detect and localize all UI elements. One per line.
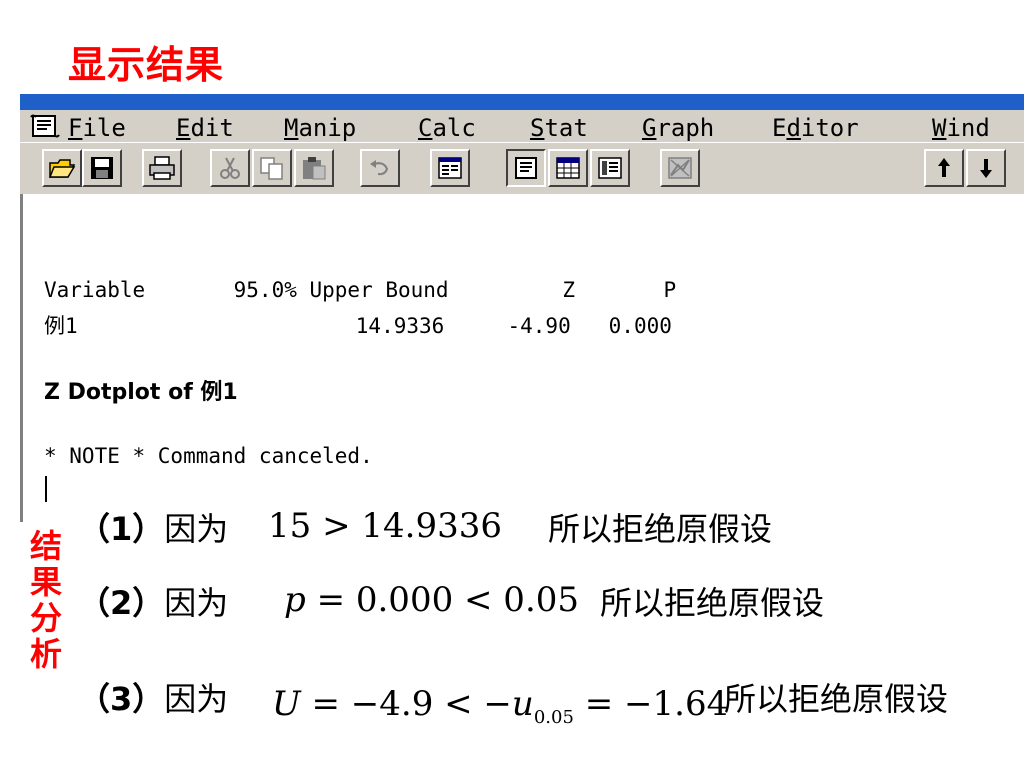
text-cursor — [45, 476, 47, 502]
conclusion-3-result: 所以拒绝原假设 — [724, 680, 949, 718]
session-button[interactable] — [506, 149, 546, 187]
toolbar — [20, 142, 1024, 195]
conclusion-2-result: 所以拒绝原假设 — [600, 584, 825, 622]
session-icon — [515, 157, 537, 179]
note-message: * NOTE * Command canceled. — [44, 444, 373, 468]
dotplot-heading: Z Dotplot of 例1 — [44, 380, 238, 405]
app-window: File Edit Manip Calc Stat Graph Editor W… — [20, 94, 1024, 522]
conclusion-1: （1）因为 — [78, 504, 228, 550]
menu-edit[interactable]: Edit — [176, 114, 234, 142]
data-window-button[interactable] — [548, 149, 588, 187]
data-window-icon — [556, 157, 580, 179]
output-header-row: Variable 95.0% Upper Bound Z P — [44, 278, 677, 302]
save-button[interactable] — [82, 149, 122, 187]
conclusion-1-result: 所以拒绝原假设 — [548, 510, 773, 548]
conclusion-3-expression: U = −4.9 < −u0.05 = −1.64 — [272, 684, 729, 728]
menu-calc[interactable]: Calc — [418, 114, 476, 142]
window-title-bar[interactable] — [20, 94, 1024, 110]
conclusion-3: （3）因为 — [78, 674, 228, 720]
info-window-button[interactable] — [590, 149, 630, 187]
conclusion-1-expression: 15 > 14.9336 — [268, 506, 502, 546]
session-border — [20, 194, 23, 522]
previous-command-button[interactable] — [924, 149, 964, 187]
session-window[interactable]: Variable 95.0% Upper Bound Z P 例1 14.933… — [20, 194, 1024, 522]
info-window-icon — [598, 157, 622, 179]
menu-editor[interactable]: Editor — [772, 114, 859, 142]
up-arrow-icon — [938, 158, 950, 177]
print-button[interactable] — [142, 149, 182, 187]
paste-button[interactable] — [294, 149, 334, 187]
open-folder-icon — [48, 159, 76, 178]
window-list-button[interactable] — [430, 149, 470, 187]
menu-file[interactable]: File — [68, 114, 126, 142]
cut-icon — [220, 157, 240, 179]
conclusion-3-because: 因为 — [164, 680, 229, 718]
open-button[interactable] — [42, 149, 82, 187]
copy-button[interactable] — [252, 149, 292, 187]
session-app-icon[interactable] — [30, 113, 60, 139]
undo-icon — [370, 160, 389, 176]
undo-button[interactable] — [360, 149, 400, 187]
result-analysis-label: 结 果 分 析 — [29, 527, 62, 673]
conclusion-1-number: （1） — [78, 510, 165, 548]
menu-manip[interactable]: Manip — [284, 114, 356, 142]
output-data-row: 例1 14.9336 -4.90 0.000 — [44, 314, 672, 338]
conclusion-3-number: （3） — [78, 680, 165, 718]
session-window-icon — [438, 157, 462, 179]
paste-icon — [303, 157, 326, 180]
slide-title: 显示结果 — [68, 43, 225, 87]
conclusion-2-because: 因为 — [164, 584, 229, 622]
menu-window[interactable]: Wind — [932, 114, 990, 142]
menu-graph[interactable]: Graph — [642, 114, 714, 142]
save-disk-icon — [91, 157, 113, 179]
conclusion-2: （2）因为 — [78, 578, 228, 624]
next-command-button[interactable] — [966, 149, 1006, 187]
menu-bar: File Edit Manip Calc Stat Graph Editor W… — [20, 110, 1024, 142]
conclusion-2-expression: p = 0.000 < 0.05 — [284, 580, 580, 620]
print-icon — [149, 156, 175, 180]
conclusion-2-number: （2） — [78, 584, 165, 622]
manage-graphs-button[interactable] — [660, 149, 700, 187]
conclusion-1-because: 因为 — [164, 510, 229, 548]
menu-stat[interactable]: Stat — [530, 114, 588, 142]
graph-manage-icon — [668, 157, 692, 179]
cut-button[interactable] — [210, 149, 250, 187]
down-arrow-icon — [980, 159, 992, 178]
copy-icon — [260, 157, 283, 180]
